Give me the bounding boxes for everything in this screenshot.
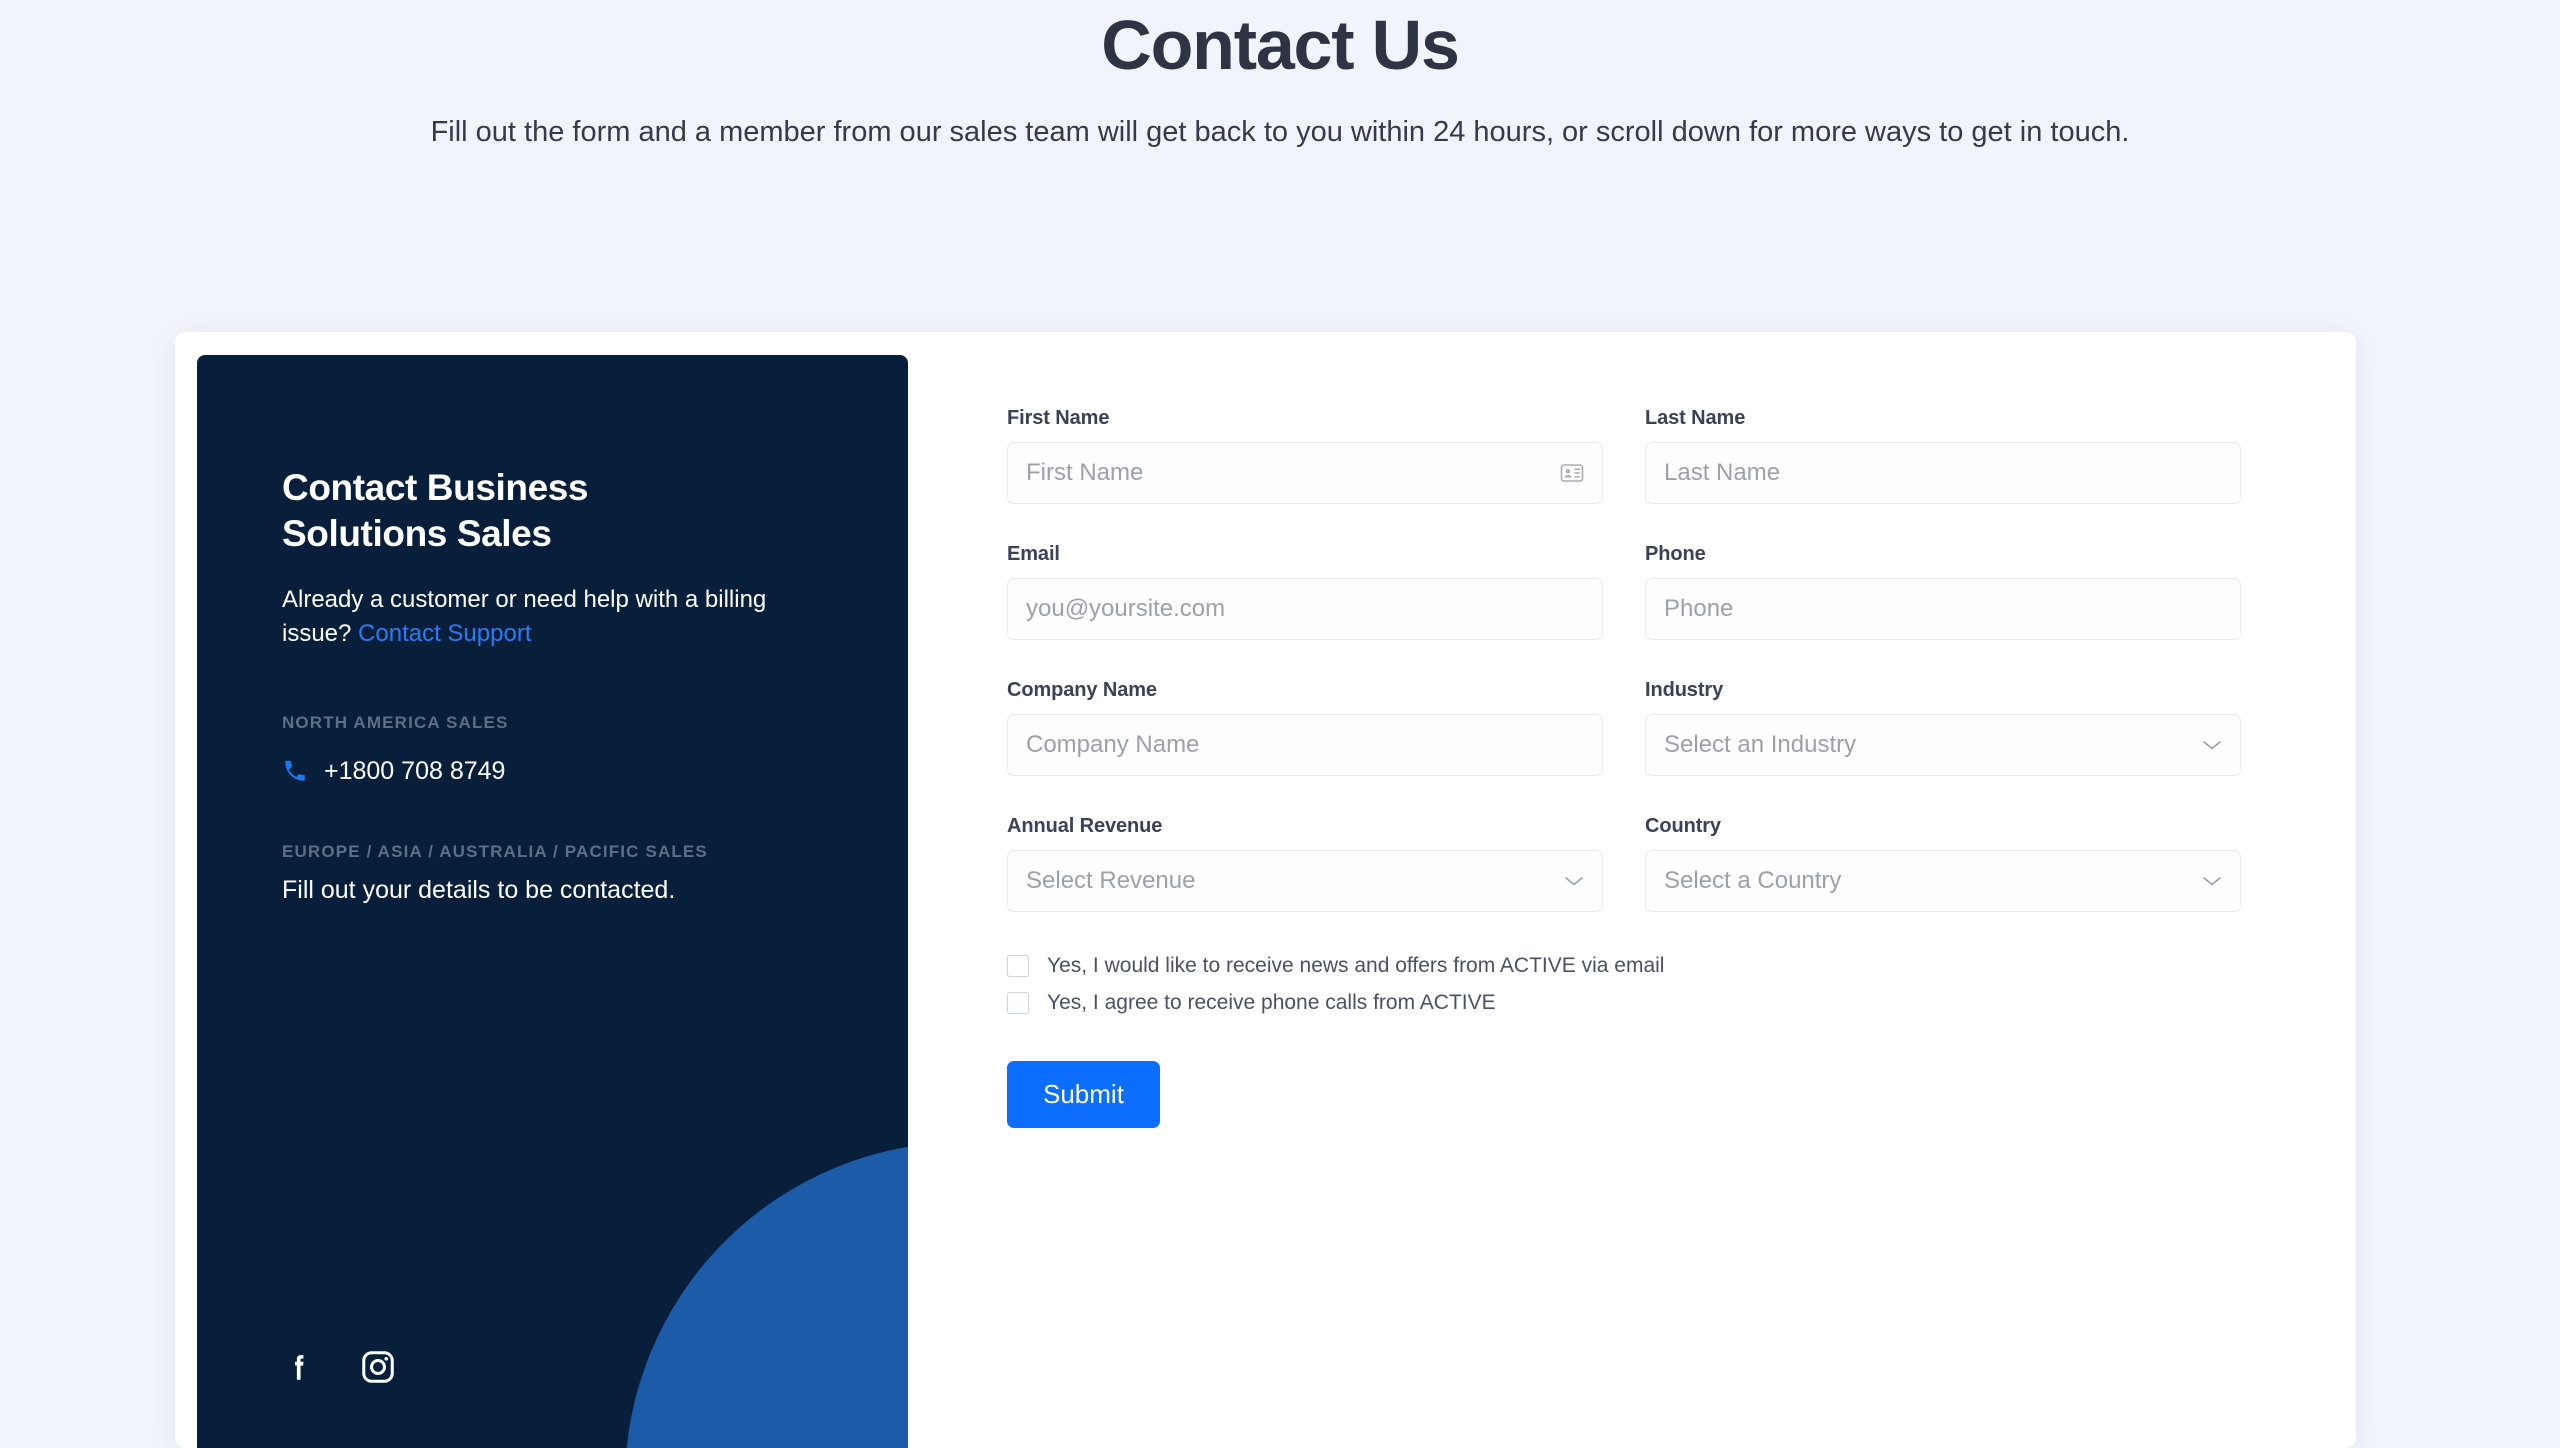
field-annual-revenue: Annual Revenue Select Revenue <box>1007 815 1603 912</box>
field-country: Country Select a Country <box>1645 815 2241 912</box>
phone-icon <box>282 758 308 784</box>
contact-card: Contact Business Solutions Sales Already… <box>175 332 2356 1448</box>
label-email: Email <box>1007 543 1060 565</box>
field-last-name: Last Name <box>1645 407 2241 504</box>
input-wrapper-first-name[interactable] <box>1007 442 1603 504</box>
phone-consent-checkbox[interactable] <box>1007 992 1029 1014</box>
email-input[interactable] <box>1026 579 1584 639</box>
field-company-name: Company Name <box>1007 679 1603 776</box>
company-name-input[interactable] <box>1026 715 1584 775</box>
form-field-grid: First Name First Name Last Name Last Nam… <box>1007 407 2241 951</box>
social-links <box>282 1348 397 1386</box>
field-phone: Phone <box>1645 543 2241 640</box>
consent-checkboxes: Yes, I would like to receive news and of… <box>1007 954 2241 1015</box>
info-panel-subtext: Already a customer or need help with a b… <box>282 583 842 651</box>
label-phone: Phone <box>1645 543 1706 565</box>
info-panel: Contact Business Solutions Sales Already… <box>197 355 908 1448</box>
phone-consent-label: Yes, I agree to receive phone calls from… <box>1047 991 1496 1014</box>
annual-revenue-select[interactable]: Select Revenue <box>1007 850 1603 912</box>
field-email: Email <box>1007 543 1603 640</box>
page-title: Contact Us <box>1101 6 1460 84</box>
page-subtitle: Fill out the form and a member from our … <box>430 115 2130 148</box>
input-wrapper-company-name[interactable] <box>1007 714 1603 776</box>
input-wrapper-email[interactable] <box>1007 578 1603 640</box>
checkbox-row-email-consent[interactable]: Yes, I would like to receive news and of… <box>1007 954 2241 978</box>
last-name-input[interactable] <box>1664 443 2222 503</box>
country-select[interactable]: Select a Country <box>1645 850 2241 912</box>
industry-select-value: Select an Industry <box>1664 731 1857 758</box>
phone-number: +1800 708 8749 <box>324 756 506 785</box>
contact-form: First Name First Name Last Name Last Nam… <box>908 332 2356 1448</box>
field-industry: Industry Select an Industry <box>1645 679 2241 776</box>
instagram-icon[interactable] <box>359 1348 397 1386</box>
region-label-north-america: NORTH AMERICA SALES <box>282 712 509 732</box>
label-first-name: First Name <box>1007 407 1110 429</box>
checkbox-row-phone-consent[interactable]: Yes, I agree to receive phone calls from… <box>1007 991 2241 1015</box>
email-consent-label: Yes, I would like to receive news and of… <box>1047 954 1665 977</box>
industry-select[interactable]: Select an Industry <box>1645 714 2241 776</box>
annual-revenue-select-value: Select Revenue <box>1026 867 1196 894</box>
label-annual-revenue: Annual Revenue <box>1007 815 1163 837</box>
contact-support-link[interactable]: Contact Support <box>358 620 531 647</box>
info-panel-heading: Contact Business Solutions Sales <box>282 467 589 554</box>
region-note: Fill out your details to be contacted. <box>282 875 676 904</box>
label-industry: Industry <box>1645 679 1724 701</box>
phone-input[interactable] <box>1664 579 2222 639</box>
email-consent-checkbox[interactable] <box>1007 955 1029 977</box>
page-header: Contact Us Fill out the form and a membe… <box>0 0 2560 153</box>
submit-button[interactable]: Submit <box>1007 1061 1160 1128</box>
facebook-icon[interactable] <box>282 1350 316 1384</box>
label-company-name: Company Name <box>1007 679 1157 701</box>
field-first-name: First Name <box>1007 407 1603 504</box>
label-last-name: Last Name <box>1645 407 1746 429</box>
info-panel-content: Contact Business Solutions Sales Already… <box>197 355 908 905</box>
label-country: Country <box>1645 815 1721 837</box>
region-label-emea-apac: EUROPE / ASIA / AUSTRALIA / PACIFIC SALE… <box>282 841 708 861</box>
input-wrapper-phone[interactable] <box>1645 578 2241 640</box>
decorative-blue-circle <box>625 1142 908 1448</box>
phone-row[interactable]: +1800 708 8749 <box>282 757 848 786</box>
first-name-input[interactable] <box>1026 443 1584 503</box>
country-select-value: Select a Country <box>1664 867 1842 894</box>
input-wrapper-last-name[interactable] <box>1645 442 2241 504</box>
